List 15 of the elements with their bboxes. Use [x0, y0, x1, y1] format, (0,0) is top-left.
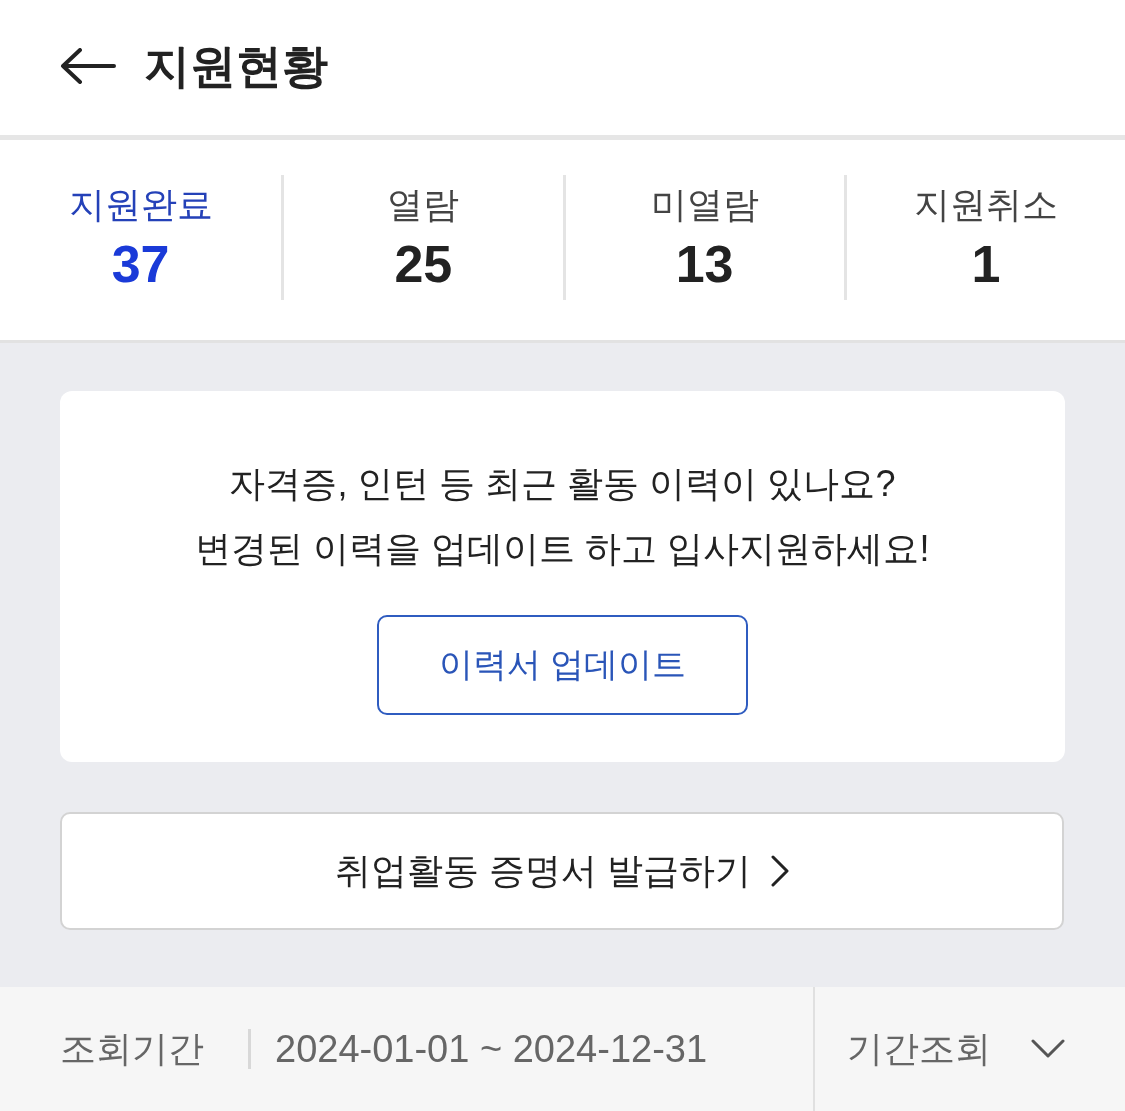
certificate-button[interactable]: 취업활동 증명서 발급하기 — [60, 812, 1064, 930]
promo-message: 자격증, 인턴 등 최근 활동 이력이 있나요? — [229, 462, 896, 506]
chevron-down-icon — [1031, 1039, 1065, 1059]
status-tab[interactable]: 지원완료 37 — [0, 175, 282, 300]
period-label: 조회기간 — [60, 1026, 204, 1071]
promo-message: 변경된 이력을 업데이트 하고 입사지원하세요! — [195, 527, 930, 571]
status-tab[interactable]: 미열람 13 — [562, 175, 844, 300]
status-tab[interactable]: 열람 25 — [281, 175, 563, 300]
date-range-text: 2024-01-01 ~ 2024-12-31 — [275, 1027, 708, 1071]
status-tab[interactable]: 지원취소 1 — [843, 175, 1125, 300]
back-arrow-icon[interactable] — [60, 47, 116, 84]
period-dropdown[interactable]: 기간조회 — [813, 987, 1125, 1111]
resume-update-button[interactable]: 이력서 업데이트 — [377, 615, 748, 715]
page-title: 지원현황 — [144, 38, 328, 94]
chevron-right-icon — [771, 855, 789, 887]
